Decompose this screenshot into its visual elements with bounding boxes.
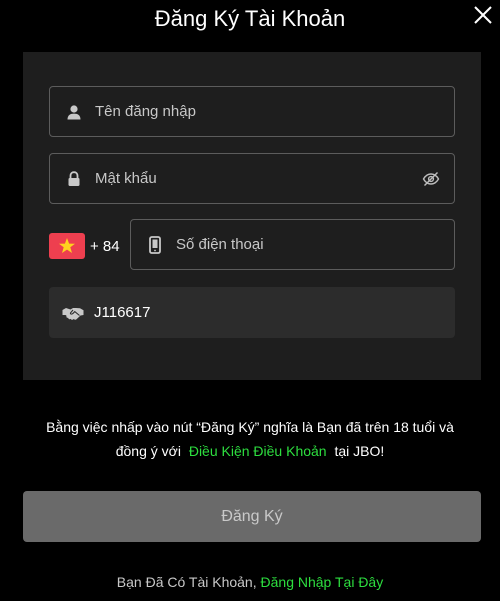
mobile-phone-icon (146, 235, 164, 254)
eye-off-icon (422, 171, 440, 186)
login-prompt-text: Bạn Đã Có Tài Khoản, (116, 574, 257, 590)
vietnam-flag-icon (49, 233, 85, 259)
register-form: + 84 (23, 52, 481, 380)
terms-agree-suffix: tại JBO! (334, 443, 385, 459)
username-field[interactable] (49, 86, 455, 137)
register-modal: Đăng Ký Tài Khoản Tên đăng nhập + 84 Số … (0, 0, 500, 601)
phone-input[interactable] (176, 236, 454, 253)
referral-code-input[interactable] (94, 304, 455, 321)
username-input[interactable] (95, 103, 454, 120)
login-link[interactable]: Đăng Nhập Tại Đây (261, 574, 384, 590)
password-field[interactable] (49, 153, 455, 204)
terms-notice: Bằng việc nhấp vào nút “Đăng Ký” nghĩa l… (20, 415, 480, 463)
terms-line-2: đồng ý với Điều Kiện Điều Khoản tại JBO! (20, 439, 480, 463)
country-code-selector[interactable]: + 84 (49, 233, 120, 259)
lock-icon (65, 170, 83, 188)
modal-title: Đăng Ký Tài Khoản (154, 6, 346, 31)
handshake-icon (62, 304, 84, 322)
close-button[interactable] (472, 4, 494, 26)
dial-code: + 84 (90, 237, 120, 255)
password-input[interactable] (95, 170, 422, 187)
terms-conditions-link[interactable]: Điều Kiện Điều Khoản (189, 443, 327, 459)
password-visibility-toggle[interactable] (422, 170, 440, 188)
register-submit-button[interactable]: Đăng Ký (23, 491, 481, 542)
terms-line-1: Bằng việc nhấp vào nút “Đăng Ký” nghĩa l… (46, 419, 454, 435)
close-icon (474, 6, 492, 24)
login-prompt: Bạn Đã Có Tài Khoản, Đăng Nhập Tại Đây (0, 574, 500, 590)
phone-field[interactable] (130, 219, 455, 270)
user-icon (65, 103, 83, 121)
referral-code-field[interactable] (49, 287, 455, 338)
terms-agree-prefix: đồng ý với (115, 443, 181, 459)
